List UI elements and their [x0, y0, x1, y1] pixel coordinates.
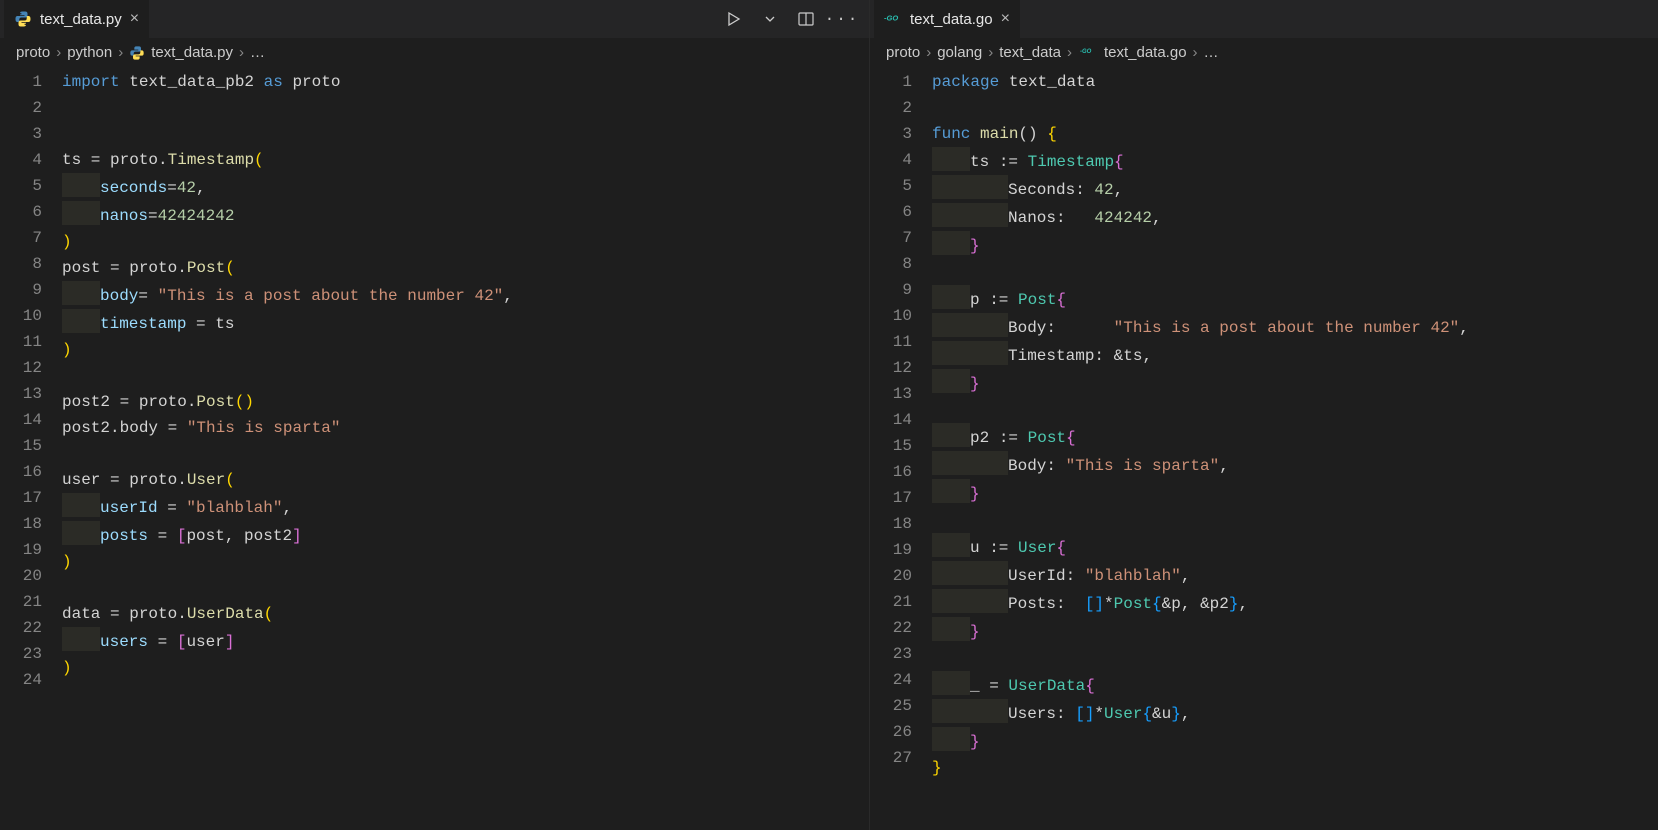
editor-pane-left: text_data.py × ··· proto › python › text… — [0, 0, 870, 830]
chevron-right-icon: › — [926, 44, 931, 61]
chevron-right-icon: › — [1067, 44, 1072, 61]
code-editor[interactable]: 1234567891011121314151617181920212223242… — [870, 69, 1658, 830]
svg-text:-GO: -GO — [1080, 49, 1092, 55]
tab-filename: text_data.py — [40, 11, 122, 28]
python-icon — [14, 10, 32, 28]
breadcrumb-segment[interactable]: text_data — [999, 44, 1061, 61]
go-icon: -GO — [884, 10, 902, 28]
tab-bar: -GO text_data.go × — [870, 0, 1658, 38]
code-content[interactable]: package text_data func main() {ts := Tim… — [932, 69, 1658, 830]
go-icon: -GO — [1078, 45, 1098, 61]
code-editor[interactable]: 123456789101112131415161718192021222324 … — [0, 69, 869, 830]
chevron-right-icon: › — [56, 44, 61, 61]
chevron-right-icon: › — [988, 44, 993, 61]
python-icon — [129, 45, 145, 61]
svg-text:-GO: -GO — [884, 14, 898, 23]
editor-pane-right: -GO text_data.go × proto › golang › text… — [870, 0, 1658, 830]
close-icon[interactable]: × — [1001, 10, 1010, 28]
chevron-right-icon: › — [1193, 44, 1198, 61]
breadcrumb-segment[interactable]: golang — [937, 44, 982, 61]
breadcrumb-segment[interactable]: python — [67, 44, 112, 61]
more-icon[interactable]: ··· — [831, 8, 853, 30]
breadcrumb-segment[interactable]: text_data.py — [129, 44, 233, 61]
tab-actions: ··· — [723, 8, 869, 30]
breadcrumb-segment[interactable]: proto — [886, 44, 920, 61]
breadcrumb[interactable]: proto › golang › text_data › -GO text_da… — [870, 38, 1658, 69]
line-gutter: 1234567891011121314151617181920212223242… — [870, 69, 932, 830]
chevron-right-icon: › — [239, 44, 244, 61]
tab-filename: text_data.go — [910, 11, 993, 28]
code-content[interactable]: import text_data_pb2 as proto ts = proto… — [62, 69, 869, 830]
chevron-down-icon[interactable] — [759, 8, 781, 30]
chevron-right-icon: › — [118, 44, 123, 61]
tab-bar: text_data.py × ··· — [0, 0, 869, 38]
breadcrumb[interactable]: proto › python › text_data.py › … — [0, 38, 869, 69]
tab-file[interactable]: text_data.py × — [4, 0, 149, 38]
breadcrumb-segment[interactable]: -GO text_data.go — [1078, 44, 1187, 61]
line-gutter: 123456789101112131415161718192021222324 — [0, 69, 62, 830]
breadcrumb-segment[interactable]: … — [250, 44, 265, 61]
split-editor-icon[interactable] — [795, 8, 817, 30]
tab-file[interactable]: -GO text_data.go × — [874, 0, 1020, 38]
breadcrumb-segment[interactable]: … — [1204, 44, 1219, 61]
close-icon[interactable]: × — [130, 10, 139, 28]
breadcrumb-segment[interactable]: proto — [16, 44, 50, 61]
run-icon[interactable] — [723, 8, 745, 30]
